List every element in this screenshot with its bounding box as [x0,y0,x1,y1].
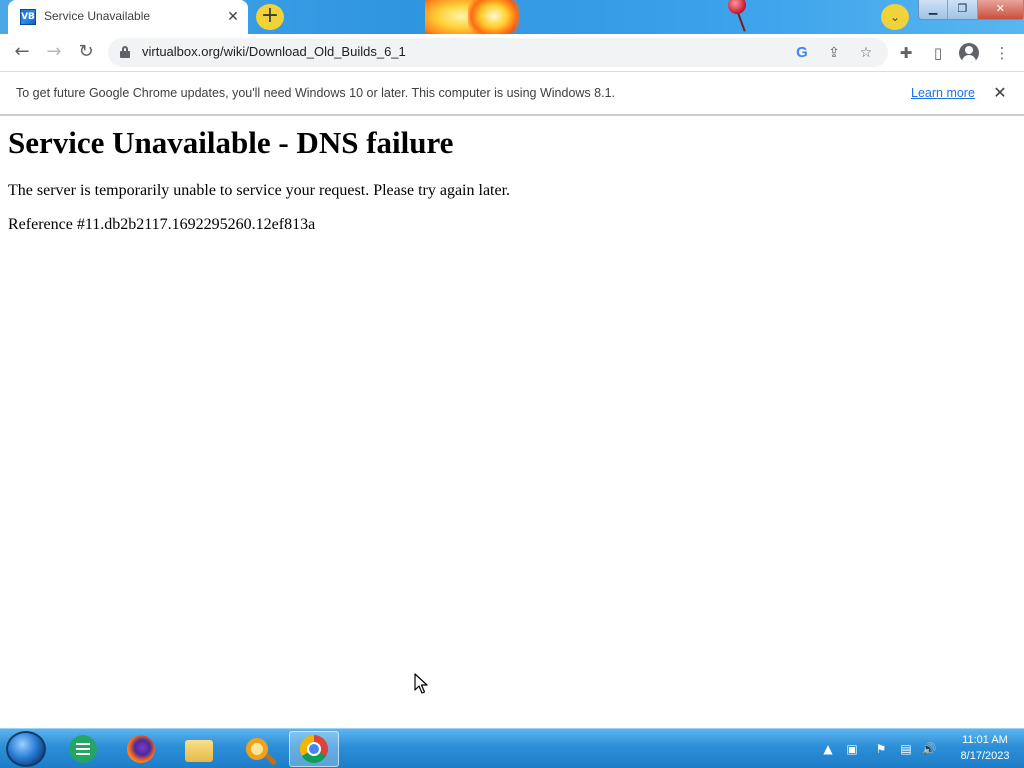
taskbar-clock[interactable]: 11:01 AM 8/17/2023 [950,732,1020,764]
taskbar-app-sheets[interactable] [58,731,108,767]
reference-id: Reference #11.db2b2117.1692295260.12ef81… [8,216,316,233]
page-content: Service Unavailable - DNS failure The se… [0,117,1024,728]
address-bar[interactable]: virtualbox.org/wiki/Download_Old_Builds_… [108,38,888,67]
wallpaper-flame [468,0,520,34]
url-text[interactable]: virtualbox.org/wiki/Download_Old_Builds_… [142,44,406,59]
bookmark-star-icon[interactable]: ☆ [854,41,878,65]
browser-toolbar: ← → ↻ virtualbox.org/wiki/Download_Old_B… [0,34,1024,71]
virtualbox-favicon-icon: VB [20,9,36,25]
tab-search-button[interactable]: ⌄ [881,4,909,30]
action-center-flag-icon[interactable]: ⚑ [873,741,889,757]
firefox-icon [127,735,155,763]
clock-time: 11:01 AM [962,734,1008,746]
profile-avatar-icon[interactable] [956,40,982,66]
maximize-button[interactable]: ❐ [948,0,978,19]
taskbar-app-chrome[interactable] [289,731,339,767]
taskbar-app-magnifier[interactable] [232,731,282,767]
reload-button[interactable]: ↻ [73,40,99,66]
page-heading: Service Unavailable - DNS failure [8,125,454,160]
network-icon[interactable]: ▣ [844,741,860,757]
show-hidden-icons-icon[interactable]: ▲ [820,741,836,757]
infobar-close-icon[interactable]: ✕ [990,83,1010,103]
infobar-message: To get future Google Chrome updates, you… [16,86,615,100]
minimize-button[interactable]: ▁ [919,0,949,19]
taskbar-app-file-explorer[interactable] [174,731,224,767]
close-window-button[interactable]: ✕ [977,0,1023,19]
display-icon[interactable]: ▤ [898,741,914,757]
side-panel-icon[interactable]: ▯ [925,40,951,66]
learn-more-link[interactable]: Learn more [911,86,975,100]
sheets-icon [69,735,97,763]
file-explorer-icon [185,740,213,762]
clock-date: 8/17/2023 [960,750,1010,762]
tab-title: Service Unavailable [44,9,151,23]
new-tab-button[interactable]: + [256,4,284,30]
menu-icon[interactable]: ⋮ [989,40,1015,66]
chrome-icon [300,735,328,763]
error-message: The server is temporarily unable to serv… [8,182,511,199]
extensions-icon[interactable]: ✚ [893,40,919,66]
update-infobar: To get future Google Chrome updates, you… [0,71,1024,116]
start-button[interactable] [6,731,46,767]
title-bar: VB Service Unavailable ✕ + ⌄ ▁ ❐ ✕ [0,0,1024,34]
magnifier-icon [246,738,268,760]
windows-taskbar: ▲ ▣ ⚑ ▤ 🔊 11:01 AM 8/17/2023 [0,728,1024,768]
mouse-cursor-icon [414,673,428,694]
share-icon[interactable]: ⇪ [822,41,846,65]
volume-icon[interactable]: 🔊 [921,741,937,757]
wallpaper-decoration [728,0,746,14]
google-translate-icon[interactable]: G [790,41,814,65]
tab-close-icon[interactable]: ✕ [224,8,242,26]
forward-button[interactable]: → [41,40,67,66]
back-button[interactable]: ← [9,40,35,66]
tab-service-unavailable[interactable]: VB Service Unavailable ✕ [8,0,248,34]
lock-icon[interactable] [120,46,130,58]
taskbar-app-firefox[interactable] [116,731,166,767]
window-controls: ▁ ❐ ✕ [918,0,1024,20]
